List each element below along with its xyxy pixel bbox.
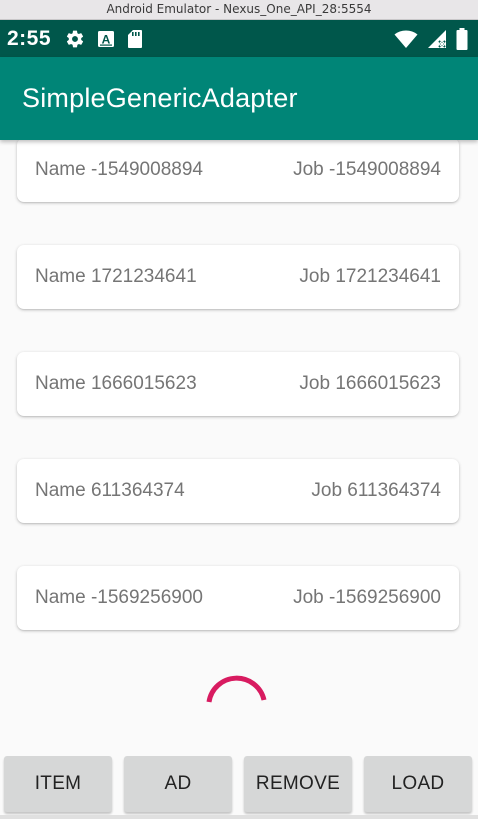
list-item-card[interactable]: Name -1549008894 Job -1549008894 bbox=[17, 140, 459, 202]
recycler-list[interactable]: Name -1549008894 Job -1549008894 Name 17… bbox=[0, 140, 478, 750]
remove-button[interactable]: REMOVE bbox=[244, 756, 352, 812]
action-button-bar: ITEM AD REMOVE LOAD bbox=[0, 756, 478, 812]
list-item-card[interactable]: Name 1721234641 Job 1721234641 bbox=[17, 245, 459, 309]
item-job: Job 1721234641 bbox=[299, 266, 441, 287]
item-name: Name -1569256900 bbox=[35, 587, 203, 608]
font-icon-letter: A bbox=[102, 32, 111, 46]
item-job: Job 611364374 bbox=[311, 480, 441, 501]
list-item-card[interactable]: Name -1569256900 Job -1569256900 bbox=[17, 566, 459, 630]
emulator-window-title: Android Emulator - Nexus_One_API_28:5554 bbox=[0, 0, 478, 20]
font-icon: A bbox=[97, 30, 115, 48]
item-name: Name 1666015623 bbox=[35, 373, 197, 394]
app-toolbar: SimpleGenericAdapter bbox=[0, 57, 478, 140]
load-button[interactable]: LOAD bbox=[364, 756, 472, 812]
bottom-edge bbox=[0, 815, 478, 819]
sd-card-icon bbox=[127, 29, 143, 49]
battery-icon bbox=[456, 27, 468, 50]
list-item-card[interactable]: Name 1666015623 Job 1666015623 bbox=[17, 352, 459, 416]
item-name: Name -1549008894 bbox=[35, 159, 203, 180]
loading-spinner-icon bbox=[205, 668, 271, 721]
ad-button[interactable]: AD bbox=[124, 756, 232, 812]
item-job: Job 1666015623 bbox=[299, 373, 441, 394]
signal-icon bbox=[427, 29, 447, 49]
status-time: 2:55 bbox=[7, 26, 52, 50]
item-job: Job -1569256900 bbox=[293, 587, 441, 608]
app-title: SimpleGenericAdapter bbox=[22, 83, 298, 113]
list-item-card[interactable]: Name 611364374 Job 611364374 bbox=[17, 459, 459, 523]
item-name: Name 1721234641 bbox=[35, 266, 197, 287]
status-system-icons bbox=[385, 20, 468, 57]
wifi-icon bbox=[394, 29, 418, 49]
gear-icon bbox=[65, 29, 85, 49]
status-notification-icons: A bbox=[65, 29, 155, 49]
item-button[interactable]: ITEM bbox=[4, 756, 112, 812]
item-name: Name 611364374 bbox=[35, 480, 185, 501]
status-bar: 2:55 A bbox=[0, 20, 478, 57]
item-job: Job -1549008894 bbox=[293, 159, 441, 180]
